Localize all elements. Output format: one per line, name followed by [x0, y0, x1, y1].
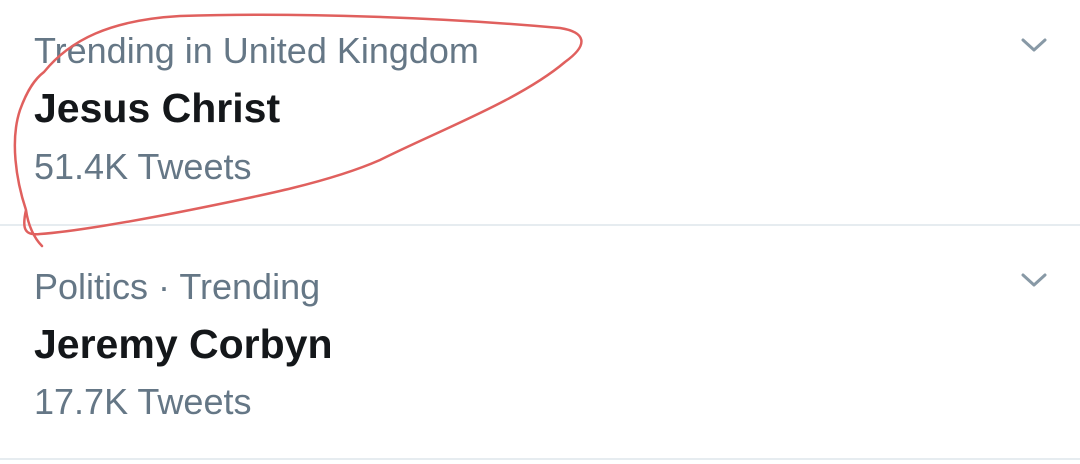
chevron-down-icon[interactable] — [1016, 33, 1052, 57]
trend-name: Jesus Christ — [34, 85, 281, 131]
trend-context: Politics · Trending — [34, 266, 321, 307]
trend-item-jeremy-corbyn[interactable]: Politics · Trending Jeremy Corbyn 17.7K … — [0, 226, 1080, 458]
divider — [0, 458, 1080, 460]
trend-item-jesus-christ[interactable]: Trending in United Kingdom Jesus Christ … — [0, 0, 1080, 224]
trend-name: Jeremy Corbyn — [34, 321, 333, 367]
chevron-down-icon[interactable] — [1016, 268, 1052, 292]
trend-context: Trending in United Kingdom — [34, 30, 479, 71]
trend-tweet-count: 51.4K Tweets — [34, 146, 252, 187]
trend-tweet-count: 17.7K Tweets — [34, 381, 252, 422]
